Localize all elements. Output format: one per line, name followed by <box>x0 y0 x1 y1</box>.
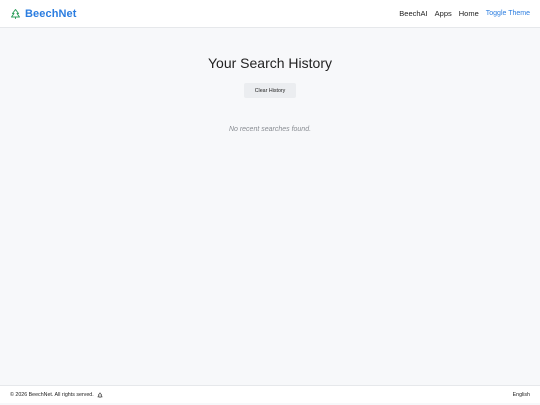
main-nav: BeechAI Apps Home Toggle Theme <box>399 9 530 18</box>
brand-name: BeechNet <box>25 7 77 20</box>
empty-state-message: No recent searches found. <box>228 126 312 133</box>
top-header: BeechNet BeechAI Apps Home Toggle Theme <box>0 0 540 28</box>
page-footer: © 2026 BeechNet. All rights served. Engl… <box>0 385 540 403</box>
clear-history-button[interactable]: Clear History <box>244 83 296 98</box>
beech-tree-icon <box>10 8 21 19</box>
toggle-theme-button[interactable]: Toggle Theme <box>486 10 530 17</box>
nav-link-home[interactable]: Home <box>459 9 479 18</box>
copyright-text: © 2026 BeechNet. All rights served. <box>10 391 94 398</box>
nav-link-beechai[interactable]: BeechAI <box>399 9 427 18</box>
brand-logo-link[interactable]: BeechNet <box>10 8 77 20</box>
language-selector[interactable]: English <box>513 392 530 398</box>
search-history-page: BeechNet BeechAI Apps Home Toggle Theme … <box>0 0 540 405</box>
beech-tree-icon <box>97 392 103 398</box>
page-title: Your Search History <box>208 55 332 71</box>
main-content: Your Search History Clear History No rec… <box>0 28 540 385</box>
footer-copyright-group: © 2026 BeechNet. All rights served. <box>10 392 103 398</box>
nav-link-apps[interactable]: Apps <box>435 9 452 18</box>
